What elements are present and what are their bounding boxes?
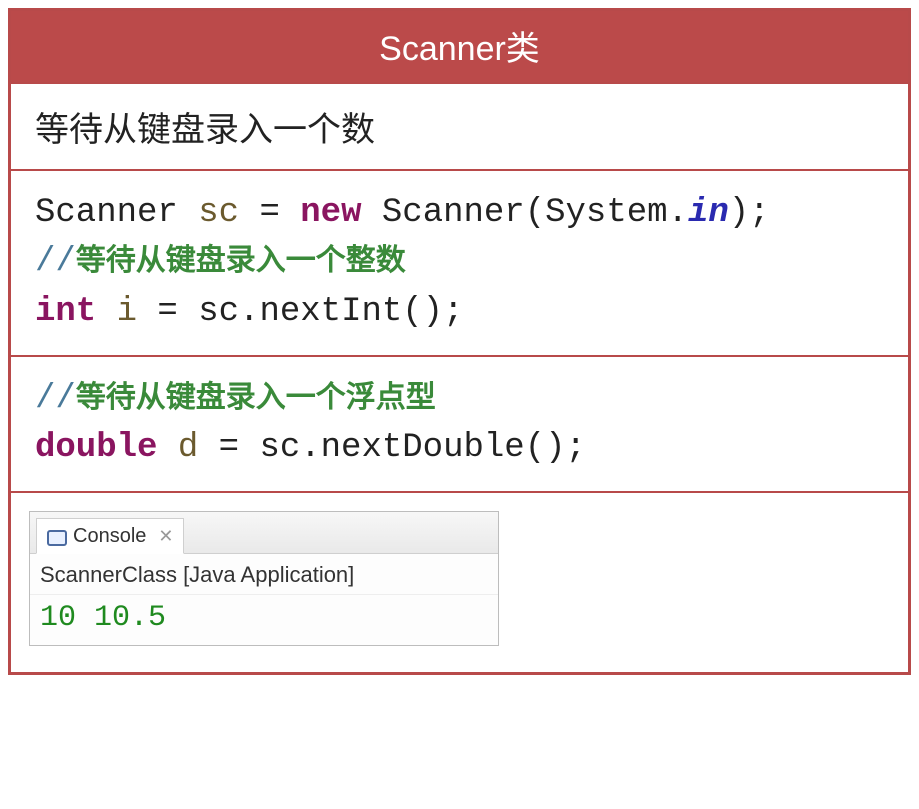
comment-slash: // <box>35 243 76 281</box>
code-type: Scanner <box>35 194 178 232</box>
code-cell-1: Scanner sc = new Scanner(System.in); //等… <box>11 169 908 355</box>
console-panel: Console ✕ ScannerClass [Java Application… <box>29 511 499 646</box>
card-header: Scanner类 <box>11 11 908 82</box>
code-static-in: in <box>688 194 729 232</box>
code-block-2: //等待从键盘录入一个浮点型 double d = sc.nextDouble(… <box>35 375 884 474</box>
code-keyword-new: new <box>300 194 361 232</box>
comment-text: 等待从键盘录入一个整数 <box>76 244 406 277</box>
code-var: sc <box>198 194 239 232</box>
scanner-example-card: Scanner类 等待从键盘录入一个数 Scanner sc = new Sca… <box>8 8 911 675</box>
console-tab-label: Console <box>73 525 146 548</box>
code-rest: = sc.nextInt(); <box>137 293 463 331</box>
code-var-i: i <box>117 293 137 331</box>
description-text: 等待从键盘录入一个数 <box>35 112 375 149</box>
code-block-1: Scanner sc = new Scanner(System.in); //等… <box>35 189 884 337</box>
code-end: ); <box>729 194 770 232</box>
code-eq: = <box>239 194 300 232</box>
console-tab[interactable]: Console ✕ <box>36 518 184 554</box>
code-cell-2: //等待从键盘录入一个浮点型 double d = sc.nextDouble(… <box>11 355 908 492</box>
code-type-double: double <box>35 429 157 467</box>
description-cell: 等待从键盘录入一个数 <box>11 82 908 169</box>
comment-slash-2: // <box>35 380 76 418</box>
close-icon[interactable]: ✕ <box>158 526 173 547</box>
card-title: Scanner类 <box>379 30 540 68</box>
code-var-d: d <box>178 429 198 467</box>
code-rest-2: = sc.nextDouble(); <box>198 429 586 467</box>
console-output: 10 10.5 <box>30 595 498 645</box>
code-type-int: int <box>35 293 96 331</box>
code-ctor: Scanner(System. <box>361 194 687 232</box>
console-tabbar: Console ✕ <box>30 512 498 554</box>
console-cell: Console ✕ ScannerClass [Java Application… <box>11 491 908 672</box>
console-run-label: ScannerClass [Java Application] <box>30 554 498 595</box>
console-icon <box>47 528 65 544</box>
comment-text-2: 等待从键盘录入一个浮点型 <box>76 381 436 414</box>
